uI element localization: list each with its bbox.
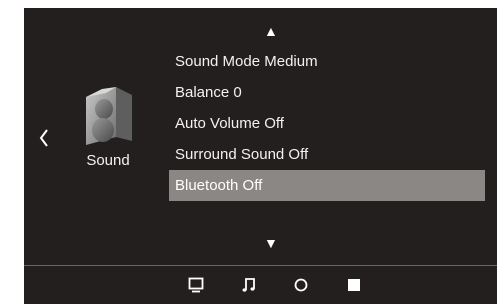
bottom-icon-bar <box>170 274 380 296</box>
chevron-left-icon[interactable] <box>38 127 50 149</box>
menu-item-bluetooth[interactable]: Bluetooth Off <box>169 170 485 201</box>
category-label: Sound <box>86 152 130 169</box>
menu-item-auto-volume[interactable]: Auto Volume Off <box>169 108 485 139</box>
circle-icon[interactable] <box>275 274 328 296</box>
tv-icon[interactable] <box>170 274 223 296</box>
menu-item-balance[interactable]: Balance 0 <box>169 77 485 108</box>
menu-screen: ▲ Sound Sound Mode Medium Balance 0 Auto… <box>24 8 497 304</box>
speaker-icon <box>86 87 132 145</box>
music-note-icon[interactable] <box>223 274 276 296</box>
square-icon[interactable] <box>328 274 381 296</box>
triangle-down-icon[interactable]: ▼ <box>264 236 278 250</box>
menu-item-surround-sound[interactable]: Surround Sound Off <box>169 139 485 170</box>
triangle-up-icon[interactable]: ▲ <box>264 24 278 38</box>
menu-item-sound-mode[interactable]: Sound Mode Medium <box>169 46 485 77</box>
settings-menu: Sound Mode Medium Balance 0 Auto Volume … <box>169 46 485 201</box>
divider <box>24 265 497 266</box>
